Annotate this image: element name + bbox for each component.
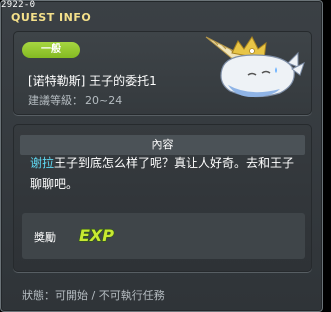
- quest-content-panel: 內容 谢拉王子到底怎么样了呢？真让人好奇。去和王子 聊聊吧。 獎勵 EXP: [13, 124, 312, 272]
- quest-category-badge: 一般: [22, 42, 80, 58]
- narwhal-mascot-icon: [205, 36, 305, 98]
- exp-reward-text: EXP: [79, 226, 114, 245]
- description-text-1: 王子到底怎么样了呢？真让人好奇。去和王子: [54, 156, 295, 170]
- recommended-level: 建議等級： 20~24: [28, 92, 122, 108]
- window-title: QUEST INFO: [11, 11, 92, 24]
- recommended-level-value: 20~24: [85, 94, 123, 107]
- quest-status: 狀態：可開始 / 不可執行任務: [22, 289, 165, 302]
- quest-description-line-2: 聊聊吧。: [30, 177, 79, 191]
- reward-box: 獎勵 EXP: [22, 213, 305, 259]
- quest-id-label: 2922-0: [1, 0, 36, 10]
- reward-label: 獎勵: [34, 231, 56, 244]
- npc-name: 谢拉: [30, 156, 55, 170]
- exp-reward-icon: EXP: [78, 225, 114, 245]
- quest-info-window: QUEST INFO 一般 [诺特勒斯] 王子的委托1 建議等級： 20~24 內…: [0, 0, 323, 312]
- quest-name: [诺特勒斯] 王子的委托1: [28, 74, 157, 88]
- quest-description-line-1: 谢拉王子到底怎么样了呢？真让人好奇。去和王子: [30, 153, 310, 174]
- recommended-level-label: 建議等級：: [28, 94, 83, 107]
- content-section-title: 內容: [20, 135, 305, 155]
